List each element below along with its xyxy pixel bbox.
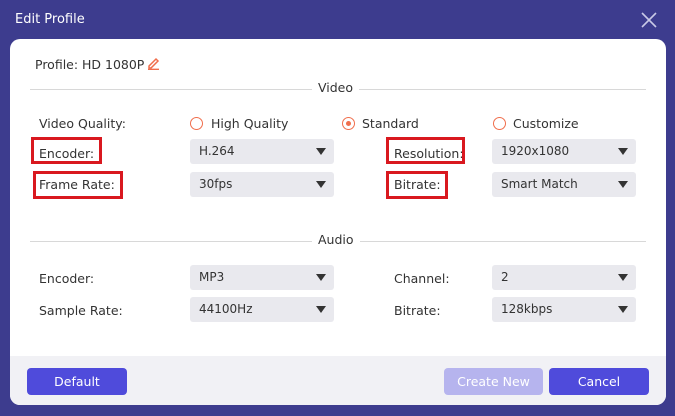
video-encoder-value: H.264 [199,144,235,158]
sample-rate-label: Sample Rate: [39,303,123,318]
profile-label: Profile: [35,57,79,72]
radio-standard[interactable] [342,117,355,130]
video-bitrate-dropdown[interactable]: Smart Match [492,172,636,197]
video-section-title: Video [312,80,360,95]
channel-label: Channel: [394,271,450,286]
create-new-button[interactable]: Create New [444,368,543,395]
highlight-box-frame-rate [33,171,123,199]
close-icon[interactable] [640,11,658,29]
video-quality-label: Video Quality: [39,116,126,131]
chevron-down-icon [618,148,628,155]
highlight-box-resolution [386,137,465,164]
highlight-box-encoder [31,137,102,164]
audio-encoder-dropdown[interactable]: MP3 [190,265,334,290]
audio-encoder-label: Encoder: [39,271,95,286]
sample-rate-value: 44100Hz [199,302,253,316]
chevron-down-icon [316,306,326,313]
audio-section-title: Audio [312,232,360,247]
profile-name: HD 1080P [82,57,145,72]
audio-bitrate-label: Bitrate: [394,303,441,318]
audio-encoder-value: MP3 [199,270,225,284]
title-bar: Edit Profile [0,0,675,38]
chevron-down-icon [316,274,326,281]
edit-pencil-icon[interactable] [147,56,160,70]
channel-value: 2 [501,270,509,284]
resolution-dropdown[interactable]: 1920x1080 [492,139,636,164]
radio-high-quality-label[interactable]: High Quality [211,116,288,131]
radio-high-quality[interactable] [190,117,203,130]
resolution-value: 1920x1080 [501,144,570,158]
radio-customize-label[interactable]: Customize [513,116,579,131]
frame-rate-value: 30fps [199,177,233,191]
chevron-down-icon [618,306,628,313]
video-encoder-dropdown[interactable]: H.264 [190,139,334,164]
chevron-down-icon [618,274,628,281]
frame-rate-dropdown[interactable]: 30fps [190,172,334,197]
radio-customize[interactable] [493,117,506,130]
channel-dropdown[interactable]: 2 [492,265,636,290]
audio-bitrate-value: 128kbps [501,302,553,316]
cancel-button[interactable]: Cancel [549,368,649,395]
dialog-footer: Default Create New Cancel [10,356,666,405]
chevron-down-icon [618,181,628,188]
video-bitrate-value: Smart Match [501,177,578,191]
highlight-box-bitrate [386,171,448,199]
audio-bitrate-dropdown[interactable]: 128kbps [492,297,636,322]
sample-rate-dropdown[interactable]: 44100Hz [190,297,334,322]
chevron-down-icon [316,181,326,188]
edit-profile-panel: Profile: HD 1080P Video Video Quality: H… [10,39,666,405]
default-button[interactable]: Default [27,368,127,395]
chevron-down-icon [316,148,326,155]
radio-standard-label[interactable]: Standard [362,116,419,131]
window-title: Edit Profile [15,12,85,27]
